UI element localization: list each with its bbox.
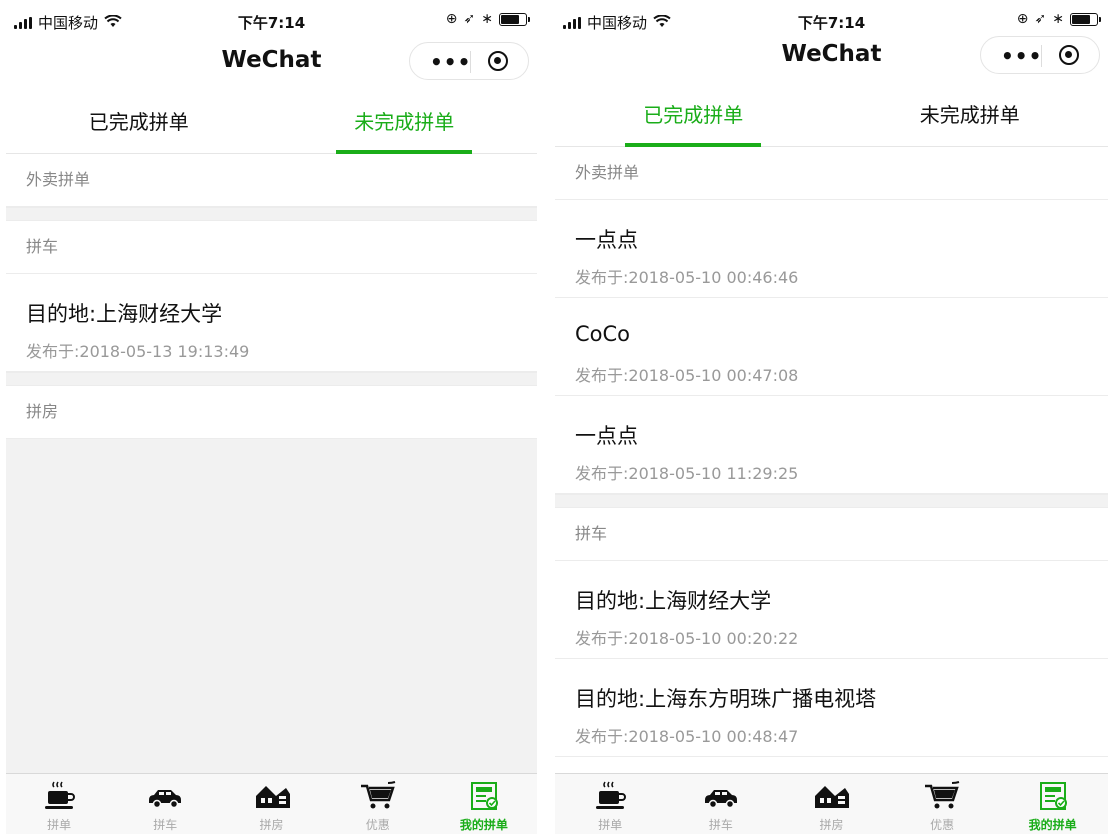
- order-title: 一点点: [575, 424, 638, 448]
- tab-bar: 拼单 拼车 拼房 优惠 我的拼单: [555, 773, 1108, 834]
- tabbar-label: 拼房: [819, 818, 844, 832]
- battery-icon: [499, 12, 530, 26]
- order-title: 目的地:上海财经大学: [575, 589, 772, 613]
- house-icon: [815, 786, 850, 808]
- tabbar-label: 拼车: [153, 818, 178, 832]
- list-item[interactable]: 目的地:上海财经大学 发布于:2018-05-13 19:13:49: [6, 274, 537, 372]
- tabbar-label: 我的拼单: [1028, 818, 1077, 832]
- tabbar-item-discount[interactable]: 优惠: [887, 774, 998, 834]
- coffee-cup-icon: [596, 781, 627, 809]
- capsule-divider: [470, 51, 471, 73]
- tabbar-item-orders[interactable]: 拼单: [6, 774, 112, 834]
- section-gap: [555, 494, 1108, 508]
- bluetooth-icon: ∗: [1052, 11, 1064, 27]
- orders-content: 外卖拼单 拼车 目的地:上海财经大学 发布于:2018-05-13 19:13:…: [6, 154, 537, 834]
- close-miniprogram-icon[interactable]: [488, 51, 508, 71]
- list-item[interactable]: 目的地:上海财经大学 发布于:2018-05-10 00:20:22: [555, 561, 1108, 659]
- order-time: 发布于:2018-05-10 00:20:22: [575, 629, 799, 648]
- car-icon: [704, 790, 737, 809]
- tabbar-item-discount[interactable]: 优惠: [325, 774, 431, 834]
- location-icon: ➶: [463, 11, 476, 27]
- screen-completed-orders: 中国移动 下午7:14 ⊕ ➶ ∗ WeChat ••• 已完成拼单 未完成拼单…: [555, 0, 1108, 834]
- house-icon: [255, 786, 290, 808]
- tabbar-label: 优惠: [365, 818, 390, 832]
- list-item[interactable]: 目的地:上海东方明珠广播电视塔 发布于:2018-05-10 00:48:47: [555, 659, 1108, 757]
- tabbar-item-my-orders[interactable]: 我的拼单: [997, 774, 1108, 834]
- menu-capsule: •••: [980, 36, 1100, 74]
- tab-bar: 拼单 拼车 拼房 优惠 我的拼单: [6, 773, 537, 834]
- menu-capsule: •••: [409, 42, 529, 80]
- bluetooth-icon: ∗: [481, 11, 493, 27]
- tabbar-item-carpool[interactable]: 拼车: [112, 774, 218, 834]
- close-miniprogram-icon[interactable]: [1059, 45, 1079, 65]
- tab-completed-orders[interactable]: 已完成拼单: [6, 93, 272, 153]
- navigation-bar: WeChat •••: [555, 36, 1108, 88]
- tab-completed-orders[interactable]: 已完成拼单: [555, 86, 832, 146]
- section-header-takeout: 外卖拼单: [6, 154, 537, 207]
- orientation-lock-icon: ⊕: [1016, 11, 1029, 27]
- coffee-cup-icon: [45, 781, 76, 809]
- tabbar-item-room[interactable]: 拼房: [776, 774, 887, 834]
- tabbar-label: 拼车: [708, 818, 733, 832]
- section-header-carpool: 拼车: [555, 508, 1108, 561]
- tabbar-item-orders[interactable]: 拼单: [555, 774, 666, 834]
- tabbar-label: 拼房: [259, 818, 284, 832]
- location-icon: ➶: [1034, 11, 1047, 27]
- screen-incomplete-orders: 中国移动 下午7:14 ⊕ ➶ ∗ WeChat ••• 已完成拼单 未完成拼单…: [6, 0, 537, 834]
- car-icon: [149, 790, 182, 809]
- order-title: 目的地:上海东方明珠广播电视塔: [575, 687, 877, 711]
- tab-incomplete-orders[interactable]: 未完成拼单: [272, 93, 538, 153]
- order-title: 一点点: [575, 228, 638, 252]
- battery-icon: [1070, 12, 1101, 26]
- order-title: CoCo: [575, 322, 631, 346]
- my-orders-icon: [1039, 782, 1067, 810]
- section-header-room: 拼房: [6, 386, 537, 439]
- list-item[interactable]: 一点点 发布于:2018-05-10 00:46:46: [555, 200, 1108, 298]
- tabbar-label: 优惠: [930, 818, 955, 832]
- shopping-cart-icon: [360, 781, 396, 809]
- navigation-bar: WeChat •••: [6, 36, 537, 88]
- order-time: 发布于:2018-05-10 00:46:46: [575, 268, 799, 287]
- tabbar-item-my-orders[interactable]: 我的拼单: [431, 774, 537, 834]
- section-header-carpool: 拼车: [6, 221, 537, 274]
- orientation-lock-icon: ⊕: [445, 11, 458, 27]
- tabbar-item-carpool[interactable]: 拼车: [666, 774, 777, 834]
- status-bar: 中国移动 下午7:14 ⊕ ➶ ∗: [555, 0, 1108, 36]
- tabbar-item-room[interactable]: 拼房: [218, 774, 324, 834]
- order-time: 发布于:2018-05-10 11:29:25: [575, 464, 799, 483]
- tabbar-label: 拼单: [47, 818, 72, 832]
- order-status-tabs: 已完成拼单 未完成拼单: [6, 93, 537, 154]
- capsule-divider: [1041, 45, 1042, 67]
- more-icon[interactable]: •••: [430, 50, 471, 74]
- order-status-tabs: 已完成拼单 未完成拼单: [555, 86, 1108, 147]
- order-time: 发布于:2018-05-13 19:13:49: [26, 342, 250, 361]
- my-orders-icon: [470, 782, 498, 810]
- section-header-takeout: 外卖拼单: [555, 147, 1108, 200]
- tabbar-label: 我的拼单: [459, 818, 508, 832]
- order-time: 发布于:2018-05-10 00:48:47: [575, 727, 799, 746]
- shopping-cart-icon: [925, 781, 960, 809]
- section-gap: [6, 372, 537, 386]
- list-item[interactable]: 一点点 发布于:2018-05-10 11:29:25: [555, 396, 1108, 494]
- section-gap: [6, 207, 537, 221]
- more-icon[interactable]: •••: [1001, 44, 1042, 68]
- list-item[interactable]: CoCo 发布于:2018-05-10 00:47:08: [555, 298, 1108, 396]
- tabbar-label: 拼单: [598, 818, 623, 832]
- tab-incomplete-orders[interactable]: 未完成拼单: [832, 86, 1108, 146]
- order-time: 发布于:2018-05-10 00:47:08: [575, 366, 799, 385]
- order-title: 目的地:上海财经大学: [26, 302, 223, 326]
- orders-content: 外卖拼单 一点点 发布于:2018-05-10 00:46:46 CoCo 发布…: [555, 147, 1108, 757]
- status-bar: 中国移动 下午7:14 ⊕ ➶ ∗: [6, 0, 537, 36]
